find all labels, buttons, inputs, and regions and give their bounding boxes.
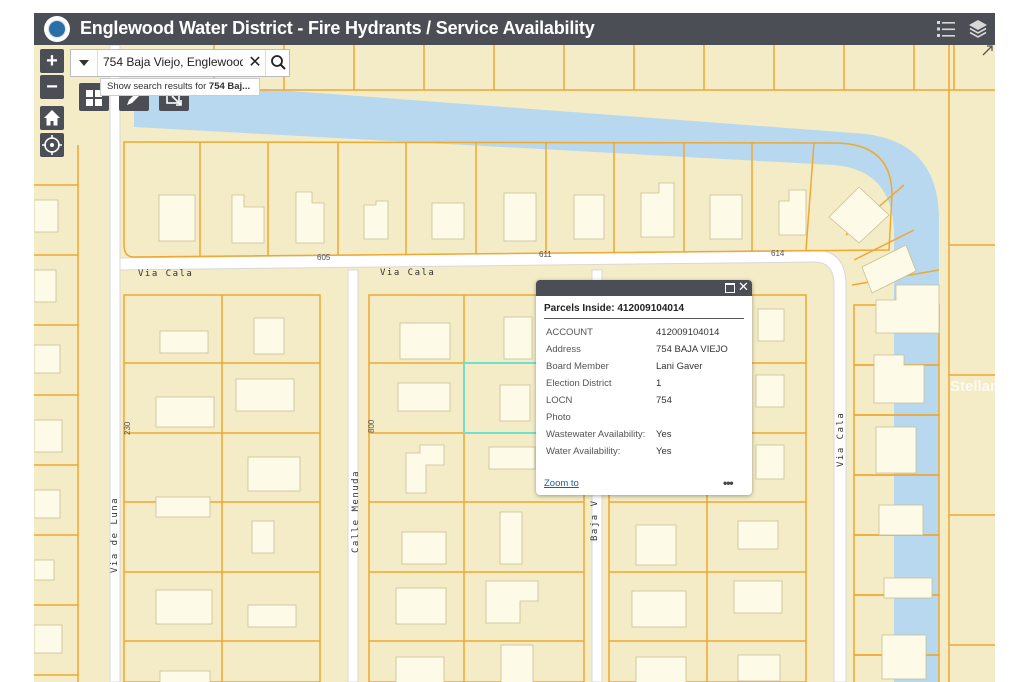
field-value: Yes <box>656 429 672 440</box>
popup-row-address: Address 754 BAJA VIEJO <box>544 344 744 358</box>
field-value: 754 <box>656 395 672 406</box>
app-frame: Via Cala Via Cala Via de Luna Calle Menu… <box>34 13 995 682</box>
field-label: Election District <box>546 378 612 389</box>
street-label-via-cala-east: Via Cala <box>836 412 846 467</box>
watermark: Stellar MLS <box>950 378 995 395</box>
zoom-to-link[interactable]: Zoom to <box>544 478 579 489</box>
popup-row-board-member: Board Member Lani Gaver <box>544 361 744 375</box>
parcel-number-label: 605 <box>317 253 331 262</box>
zoom-out-button[interactable]: − <box>40 75 64 99</box>
parcel-number-label: 614 <box>771 249 785 258</box>
popup-row-water: Water Availability: Yes <box>544 446 744 460</box>
street-label-baja-viejo: Baja V <box>590 499 600 541</box>
home-button[interactable] <box>40 106 64 130</box>
close-icon[interactable]: ✕ <box>738 279 749 295</box>
chevron-down-icon <box>79 60 89 66</box>
search-suggestion[interactable]: Show search results for 754 Baj... <box>100 78 260 96</box>
more-options-icon[interactable]: ••• <box>723 476 734 490</box>
popup-row-locn: LOCN 754 <box>544 395 744 409</box>
locate-button[interactable] <box>40 133 64 157</box>
crosshair-icon <box>42 135 62 155</box>
search-button[interactable] <box>265 50 291 76</box>
parcel-number-label: 230 <box>123 421 132 435</box>
district-logo <box>44 16 70 42</box>
popup-divider <box>544 318 744 319</box>
field-label: Photo <box>546 412 571 423</box>
minus-icon: − <box>46 76 58 98</box>
field-value: Lani Gaver <box>656 361 703 372</box>
search-input[interactable]: 754 Baja Viejo, Englewood, <box>103 55 243 69</box>
field-label: Water Availability: <box>546 446 621 457</box>
street-label-via-de-luna: Via de Luna <box>110 497 120 573</box>
popup-row-wastewater: Wastewater Availability: Yes <box>544 429 744 443</box>
title-bar: Englewood Water District - Fire Hydrants… <box>34 13 995 45</box>
search-source-dropdown[interactable] <box>71 50 98 76</box>
popup-title: Parcels Inside: 412009104014 <box>544 303 685 314</box>
field-label: ACCOUNT <box>546 327 593 338</box>
map-view[interactable]: Via Cala Via Cala Via de Luna Calle Menu… <box>34 45 995 682</box>
popup-row-election-district: Election District 1 <box>544 378 744 392</box>
suggestion-prefix: Show search results for <box>107 81 209 92</box>
parcel-number-label: 611 <box>539 250 552 259</box>
parcel-number-label: 800 <box>367 419 376 433</box>
maximize-icon[interactable] <box>725 283 735 293</box>
field-label: Board Member <box>546 361 609 372</box>
field-value: Yes <box>656 446 672 457</box>
street-label-via-cala-west: Via Cala <box>138 269 193 279</box>
popup-header: ✕ <box>536 279 752 296</box>
street-label-via-cala-mid: Via Cala <box>380 268 435 278</box>
field-value: 1 <box>656 378 662 389</box>
zoom-in-button[interactable]: + <box>40 49 64 73</box>
popup-row-photo: Photo <box>544 412 744 426</box>
popup-row-account: ACCOUNT 412009104014 <box>544 327 744 341</box>
legend-list-icon[interactable] <box>934 17 958 41</box>
field-label: Wastewater Availability: <box>546 429 646 440</box>
search-widget: 754 Baja Viejo, Englewood, ✕ <box>70 49 290 77</box>
street-label-calle-menuda: Calle Menuda <box>351 470 361 553</box>
field-value: 754 BAJA VIEJO <box>656 344 728 355</box>
plus-icon: + <box>46 50 58 72</box>
suggestion-term: 754 Baj... <box>208 81 251 92</box>
expand-icon[interactable] <box>982 44 994 56</box>
parcel-popup: ✕ Parcels Inside: 412009104014 ACCOUNT 41… <box>536 279 752 495</box>
app-title: Englewood Water District - Fire Hydrants… <box>80 18 595 38</box>
close-icon[interactable]: ✕ <box>247 53 263 73</box>
field-label: LOCN <box>546 395 573 406</box>
field-label: Address <box>546 344 581 355</box>
search-icon <box>271 55 286 70</box>
field-value: 412009104014 <box>656 327 720 338</box>
map-canvas[interactable]: Via Cala Via Cala Via de Luna Calle Menu… <box>34 45 995 682</box>
layers-icon[interactable] <box>966 17 990 41</box>
home-icon <box>44 110 60 126</box>
